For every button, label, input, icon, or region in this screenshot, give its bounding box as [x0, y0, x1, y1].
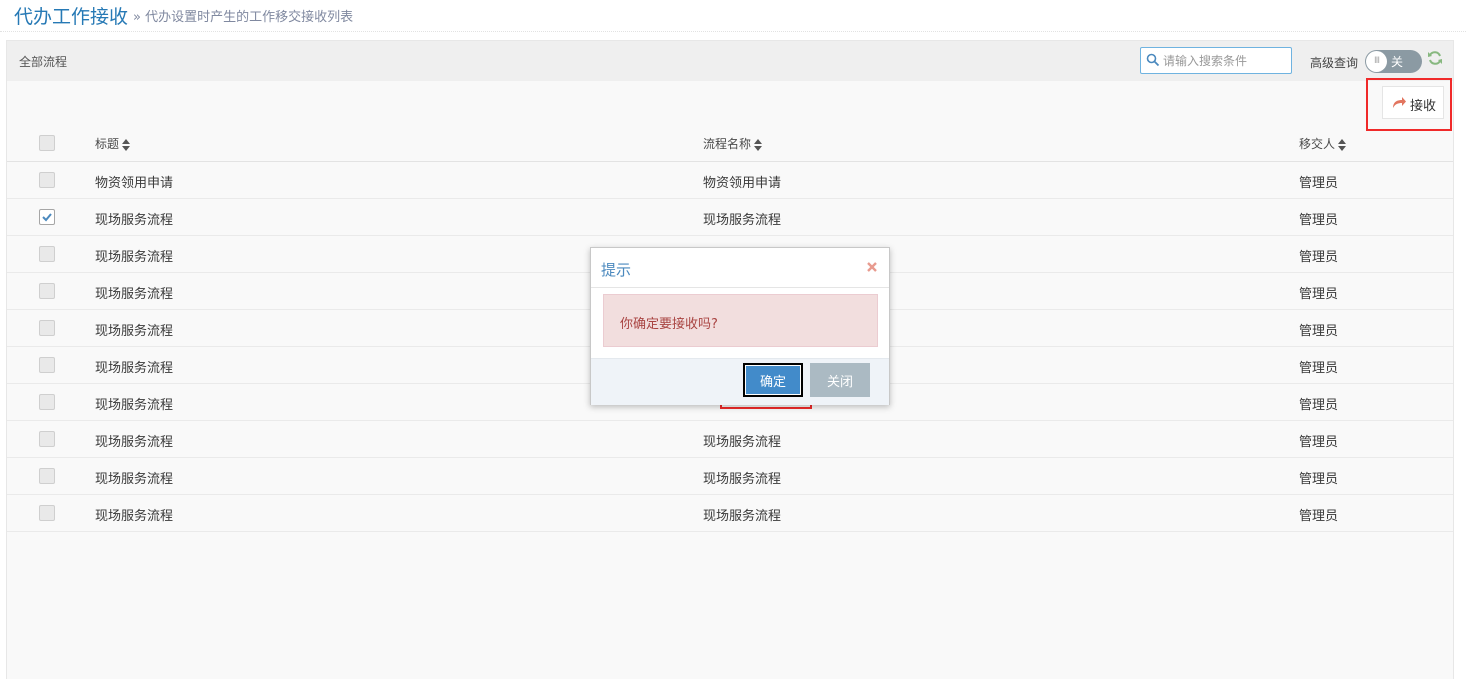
row-checkbox[interactable]: [39, 320, 55, 336]
select-all-checkbox[interactable]: [39, 135, 55, 151]
advanced-query-toggle[interactable]: III 关: [1365, 50, 1422, 73]
row-checkbox[interactable]: [39, 283, 55, 299]
row-transferor: 管理员: [1299, 287, 1339, 302]
row-flow-name: 现场服务流程: [703, 509, 782, 524]
row-flow-name: 现场服务流程: [703, 435, 782, 450]
confirm-button[interactable]: 确定: [743, 363, 803, 397]
row-transferor: 管理员: [1299, 472, 1339, 487]
row-flow-name: 物资领用申请: [703, 176, 782, 191]
row-checkbox[interactable]: [39, 505, 55, 521]
row-checkbox[interactable]: [39, 468, 55, 484]
row-title: 现场服务流程: [95, 361, 174, 376]
row-transferor: 管理员: [1299, 398, 1339, 413]
confirm-dialog: 提示 你确定要接收吗? 确定 关闭: [590, 247, 890, 405]
header-transferor[interactable]: 移交人: [1299, 135, 1347, 152]
table-row[interactable]: 现场服务流程 现场服务流程 管理员: [7, 458, 1453, 495]
dialog-footer: 确定 关闭: [591, 358, 889, 405]
row-flow-name: 现场服务流程: [703, 472, 782, 487]
advanced-query-label: 高级查询: [1310, 56, 1359, 70]
toggle-state-text: 关: [1391, 55, 1404, 69]
row-title: 现场服务流程: [95, 472, 174, 487]
row-title: 现场服务流程: [95, 250, 174, 265]
dialog-title: 提示: [601, 261, 632, 279]
row-checkbox[interactable]: [39, 172, 55, 188]
search-input[interactable]: [1163, 51, 1289, 71]
table-row[interactable]: 现场服务流程 现场服务流程 管理员: [7, 199, 1453, 236]
row-title: 现场服务流程: [95, 435, 174, 450]
header-flow-label: 流程名称: [703, 137, 752, 151]
page-subtitle: » 代办设置时产生的工作移交接收列表: [133, 10, 354, 25]
row-checkbox[interactable]: [39, 431, 55, 447]
check-icon: [42, 213, 52, 222]
search-icon: [1146, 53, 1160, 67]
close-icon[interactable]: [865, 260, 879, 274]
row-transferor: 管理员: [1299, 509, 1339, 524]
row-transferor: 管理员: [1299, 213, 1339, 228]
row-title: 现场服务流程: [95, 287, 174, 302]
accept-highlight-box: [1366, 78, 1452, 131]
row-title: 物资领用申请: [95, 176, 174, 191]
row-transferor: 管理员: [1299, 250, 1339, 265]
row-transferor: 管理员: [1299, 324, 1339, 339]
refresh-icon[interactable]: [1427, 50, 1443, 66]
table-header-row: 标题 流程名称 移交人: [7, 125, 1453, 162]
toolbar: 全部流程 高级查询 III 关: [7, 41, 1453, 81]
dialog-message: 你确定要接收吗?: [620, 317, 718, 332]
row-title: 现场服务流程: [95, 509, 174, 524]
row-title: 现场服务流程: [95, 398, 174, 413]
toggle-knob: III: [1366, 51, 1387, 72]
sort-icon: [754, 138, 763, 151]
row-transferor: 管理员: [1299, 361, 1339, 376]
search-box[interactable]: [1140, 47, 1292, 74]
header-user-label: 移交人: [1299, 137, 1336, 151]
header-title-label: 标题: [95, 137, 120, 151]
row-transferor: 管理员: [1299, 176, 1339, 191]
dialog-alert: 你确定要接收吗?: [603, 294, 878, 347]
header-title[interactable]: 标题: [95, 135, 131, 152]
table-row[interactable]: 现场服务流程 现场服务流程 管理员: [7, 495, 1453, 532]
dialog-close-button[interactable]: 关闭: [810, 363, 870, 397]
all-flows-label: 全部流程: [19, 55, 68, 69]
row-transferor: 管理员: [1299, 435, 1339, 450]
row-checkbox[interactable]: [39, 357, 55, 373]
row-checkbox[interactable]: [39, 394, 55, 410]
dialog-header: 提示: [591, 248, 889, 288]
row-title: 现场服务流程: [95, 324, 174, 339]
table-row[interactable]: 现场服务流程 现场服务流程 管理员: [7, 421, 1453, 458]
row-title: 现场服务流程: [95, 213, 174, 228]
row-flow-name: 现场服务流程: [703, 213, 782, 228]
table-row[interactable]: 物资领用申请 物资领用申请 管理员: [7, 162, 1453, 199]
row-checkbox[interactable]: [39, 246, 55, 262]
row-checkbox[interactable]: [39, 209, 55, 225]
page-title: 代办工作接收: [14, 6, 129, 28]
header-flow-name[interactable]: 流程名称: [703, 135, 763, 152]
page-header: 代办工作接收 » 代办设置时产生的工作移交接收列表: [0, 0, 1466, 32]
sort-icon: [1338, 138, 1347, 151]
sort-icon: [122, 138, 131, 151]
